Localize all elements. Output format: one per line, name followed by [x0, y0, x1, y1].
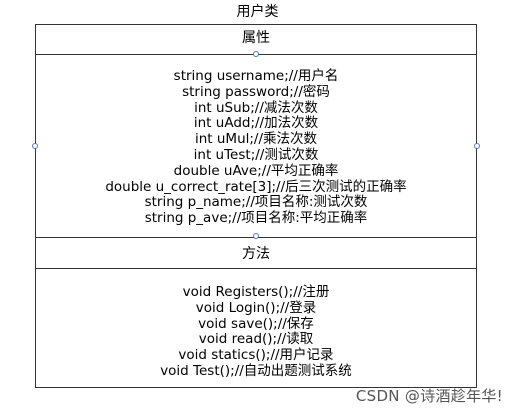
attribute-item: string p_ave;//项目名称:平均正确率: [144, 210, 368, 227]
middle-resize-handle[interactable]: [253, 233, 259, 239]
attributes-header: 属性: [242, 30, 270, 46]
method-item: void save();//保存: [198, 315, 314, 332]
methods-list: void Registers();//注册 void Login();//登录 …: [36, 284, 476, 380]
watermark: CSDN @诗酒趁年华!: [355, 387, 503, 405]
attribute-item: int uSub;//减法次数: [194, 99, 318, 116]
attribute-item: int uAdd;//加法次数: [193, 115, 319, 132]
methods-header: 方法: [242, 246, 270, 262]
left-resize-handle[interactable]: [32, 143, 38, 149]
method-item: void Test();//自动出题测试系统: [160, 362, 352, 379]
uml-class-box: 属性 string username;//用户名 string password…: [35, 24, 477, 388]
attribute-item: string password;//密码: [182, 83, 330, 100]
attribute-item: string username;//用户名: [173, 68, 339, 84]
attribute-item: int uMul;//乘法次数: [194, 131, 318, 148]
attribute-item: double u_correct_rate[3];//后三次测试的正确率: [105, 178, 407, 195]
attribute-item: int uTest;//测试次数: [193, 146, 319, 163]
class-name-label: 用户类: [236, 4, 279, 20]
attribute-item: double uAve;//平均正确率: [173, 162, 339, 179]
attribute-item: string p_name;//项目名称:测试次数: [144, 194, 368, 211]
method-item: void Login();//登录: [195, 299, 317, 316]
top-resize-handle[interactable]: [253, 51, 259, 57]
methods-divider: [36, 268, 476, 269]
method-item: void read();//读取: [198, 331, 314, 348]
method-item: void Registers();//注册: [182, 284, 330, 300]
right-resize-handle[interactable]: [474, 143, 480, 149]
method-item: void statics();//用户记录: [178, 347, 334, 364]
attributes-list: string username;//用户名 string password;//…: [36, 68, 476, 227]
